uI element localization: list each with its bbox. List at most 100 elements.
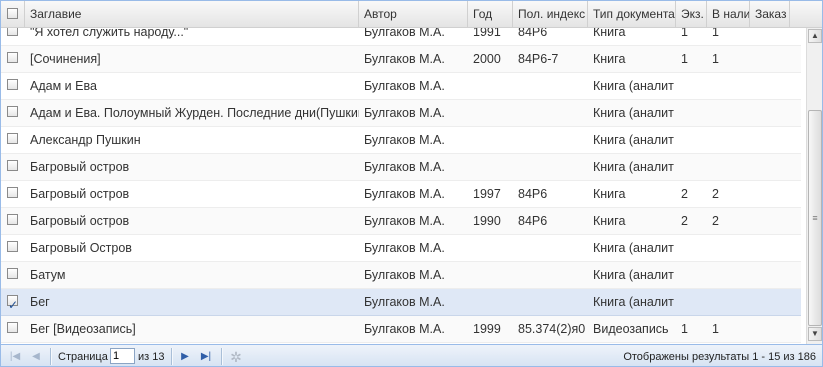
cell-available: 2: [712, 187, 719, 201]
row-checkbox[interactable]: [7, 52, 18, 63]
row-checkbox[interactable]: [7, 292, 18, 315]
row-checkbox[interactable]: [7, 214, 18, 225]
header-select-all[interactable]: [1, 1, 25, 27]
cell-title: Батум: [30, 268, 66, 282]
row-checkbox[interactable]: [7, 160, 18, 171]
row-checkbox[interactable]: [7, 241, 18, 252]
refresh-icon[interactable]: ✲: [228, 349, 244, 365]
cell-available: [707, 154, 750, 180]
row-checkbox[interactable]: [7, 268, 18, 279]
cell-title: Бег [Видеозапись]: [30, 322, 136, 336]
table-row[interactable]: Батум Булгаков М.А. Книга (аналит: [1, 262, 801, 289]
cell-title: Багровый остров: [30, 187, 130, 201]
row-checkbox[interactable]: [7, 106, 18, 117]
cell-author: Булгаков М.А.: [364, 214, 445, 228]
column-header-title[interactable]: Заглавие: [25, 1, 359, 27]
cell-doctype: Книга (аналит: [593, 295, 674, 309]
cell-order: [750, 154, 790, 180]
cell-copies: [676, 262, 707, 288]
column-header-copies[interactable]: Экз.: [676, 1, 707, 27]
row-select-cell: [1, 262, 25, 288]
column-header-index[interactable]: Пол. индекс: [513, 1, 588, 27]
table-row[interactable]: Адам и Ева Булгаков М.А. Книга (аналит: [1, 73, 801, 100]
cell-available: [707, 262, 750, 288]
cell-order: [750, 46, 790, 72]
cell-index: 84Р6-7: [518, 52, 559, 66]
cell-title: Бег: [30, 295, 50, 309]
cell-doctype: Книга: [593, 187, 626, 201]
row-checkbox[interactable]: [7, 322, 18, 333]
cell-index: [513, 289, 588, 315]
column-header-doctype[interactable]: Тип документа: [588, 1, 676, 27]
cell-author: Булгаков М.А.: [364, 133, 445, 147]
column-header-author[interactable]: Автор: [359, 1, 468, 27]
column-header-order[interactable]: Заказ: [750, 1, 790, 27]
select-all-checkbox[interactable]: [7, 8, 18, 19]
cell-available: [707, 235, 750, 261]
cell-author: Булгаков М.А.: [364, 322, 445, 336]
cell-order: [750, 100, 790, 126]
cell-order: [750, 235, 790, 261]
cell-copies: 1: [681, 52, 688, 66]
cell-doctype: Книга (аналит: [593, 133, 674, 147]
cell-year: [468, 100, 513, 126]
grid-body: "Я хотел служить народу..." Булгаков М.А.…: [1, 19, 806, 344]
cell-year: 1990: [473, 214, 501, 228]
cell-year: [468, 154, 513, 180]
previous-page-icon[interactable]: ◀: [28, 349, 44, 365]
cell-available: [707, 100, 750, 126]
row-checkbox[interactable]: [7, 133, 18, 144]
page-number-input[interactable]: [110, 348, 135, 364]
row-checkbox[interactable]: [7, 187, 18, 198]
cell-year: [468, 73, 513, 99]
scroll-thumb[interactable]: ≡: [808, 110, 822, 326]
scroll-up-arrow-icon[interactable]: ▲: [808, 29, 822, 43]
table-row[interactable]: Адам и Ева. Полоумный Журден. Последние …: [1, 100, 801, 127]
cell-order: [750, 262, 790, 288]
scroll-down-arrow-icon[interactable]: ▼: [808, 327, 822, 341]
table-row[interactable]: Бег [Видеозапись] Булгаков М.А. 1999 85.374…: [1, 316, 801, 343]
cell-order: [750, 73, 790, 99]
cell-available: 2: [712, 214, 719, 228]
vertical-scrollbar[interactable]: ▲ ≡ ▼: [806, 28, 822, 344]
cell-year: [468, 289, 513, 315]
cell-index: 84Р6: [518, 187, 548, 201]
page-count-label: из 13: [138, 351, 165, 363]
cell-doctype: Книга (аналит: [593, 241, 674, 255]
cell-author: Булгаков М.А.: [364, 160, 445, 174]
cell-available: [707, 127, 750, 153]
table-row[interactable]: Багровый остров Булгаков М.А. 1997 84Р6 Книг…: [1, 181, 801, 208]
cell-title: Багровый Остров: [30, 241, 132, 255]
page-label: Страница: [58, 351, 108, 363]
table-row[interactable]: Александр Пушкин Булгаков М.А. Книга (анал…: [1, 127, 801, 154]
cell-available: [707, 289, 750, 315]
cell-doctype: Книга: [593, 52, 626, 66]
table-row[interactable]: Багровый Остров Булгаков М.А. Книга (анали…: [1, 235, 801, 262]
last-page-icon[interactable]: ▶|: [198, 349, 214, 365]
table-row[interactable]: [Сочинения] Булгаков М.А. 2000 84Р6-7 Книга 1…: [1, 46, 801, 73]
results-summary: Отображены результаты 1 - 15 из 186: [623, 351, 816, 363]
cell-title: Багровый остров: [30, 160, 130, 174]
table-row[interactable]: Багровый остров Булгаков М.А. 1990 84Р6 Книг…: [1, 208, 801, 235]
cell-copies: [676, 100, 707, 126]
cell-title: [Сочинения]: [30, 52, 101, 66]
column-header-available[interactable]: В наличии: [707, 1, 750, 27]
row-select-cell: [1, 154, 25, 180]
cell-copies: [676, 73, 707, 99]
column-header-year[interactable]: Год: [468, 1, 513, 27]
cell-title: Адам и Ева: [30, 79, 97, 93]
next-page-icon[interactable]: ▶: [177, 349, 193, 365]
cell-doctype: Книга (аналит: [593, 106, 674, 120]
table-row[interactable]: Багровый остров Булгаков М.А. Книга (анали…: [1, 154, 801, 181]
cell-index: [513, 262, 588, 288]
cell-title: Адам и Ева. Полоумный Журден. Последние …: [30, 106, 359, 120]
cell-index: [513, 127, 588, 153]
first-page-icon[interactable]: |◀: [7, 349, 23, 365]
table-row[interactable]: Бег Булгаков М.А. Книга (аналит: [1, 289, 801, 316]
cell-order: [750, 289, 790, 315]
row-checkbox[interactable]: [7, 79, 18, 90]
cell-order: [750, 316, 790, 342]
row-select-cell: [1, 289, 25, 315]
row-select-cell: [1, 46, 25, 72]
cell-copies: [676, 289, 707, 315]
